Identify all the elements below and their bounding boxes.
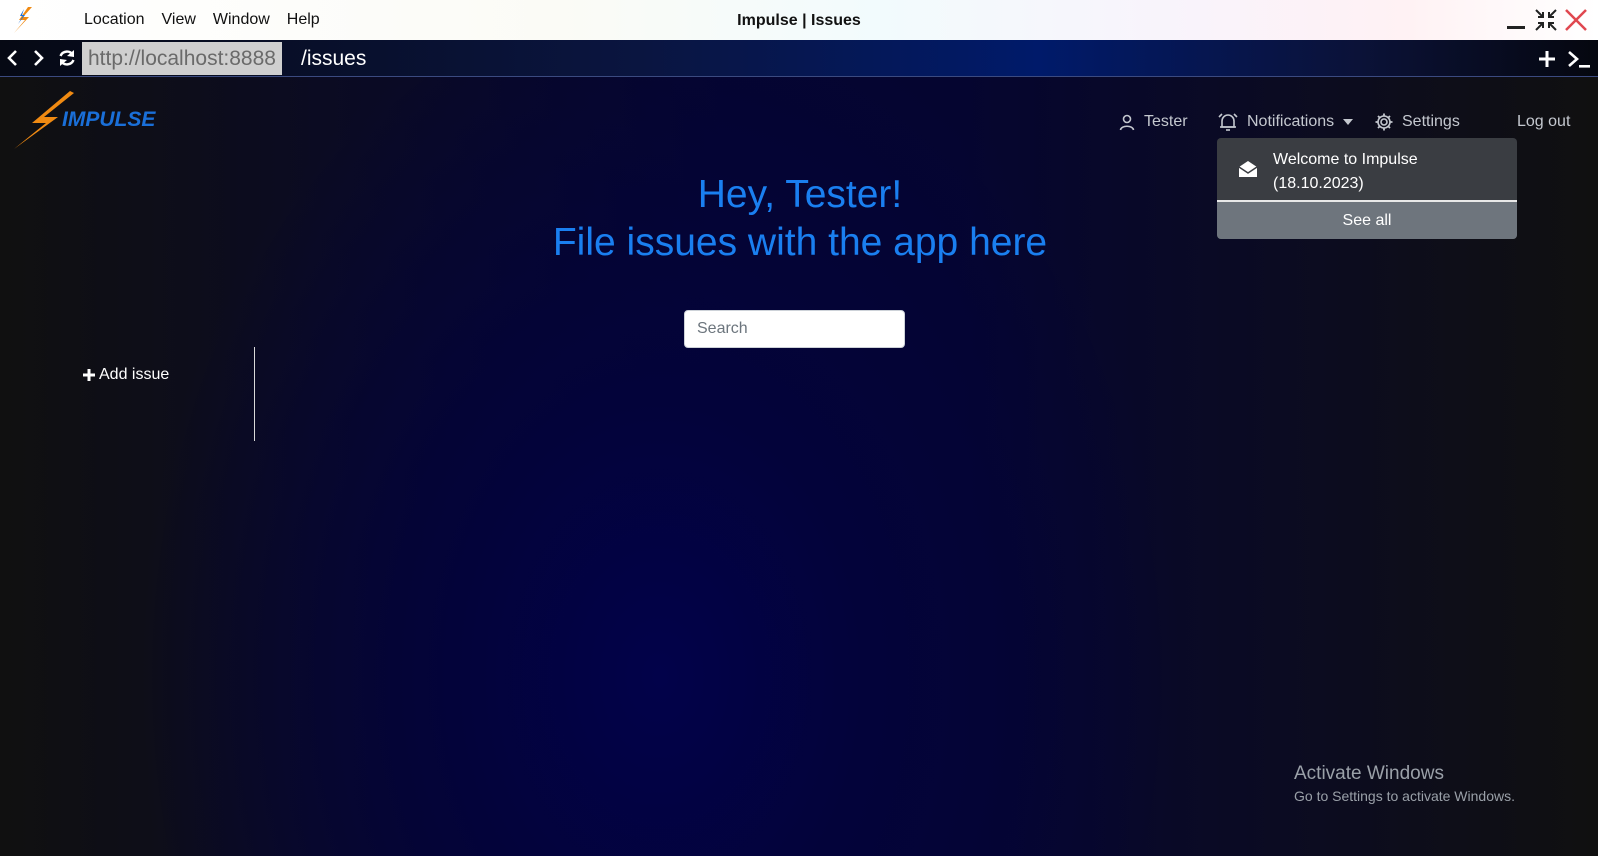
window-titlebar: Location View Window Help Impulse | Issu…: [0, 0, 1598, 40]
menu-help[interactable]: Help: [287, 11, 320, 29]
envelope-open-icon: [1238, 161, 1258, 177]
page-content: IMPULSE Tester Notifications Settings Lo…: [0, 77, 1598, 856]
nav-settings[interactable]: Settings: [1374, 111, 1460, 133]
terminal-icon[interactable]: [1566, 48, 1592, 70]
forward-icon[interactable]: [27, 47, 49, 69]
brand-wordmark: IMPULSE: [62, 108, 156, 131]
plus-icon: [83, 369, 95, 381]
gear-icon: [1375, 113, 1393, 131]
nav-user[interactable]: Tester: [1118, 111, 1188, 133]
new-tab-icon[interactable]: [1536, 48, 1558, 70]
url-path[interactable]: /issues: [301, 42, 366, 75]
logout-link[interactable]: Log out: [1517, 111, 1570, 133]
back-icon[interactable]: [2, 47, 24, 69]
menu-window[interactable]: Window: [213, 11, 270, 29]
minimize-icon[interactable]: [1502, 6, 1530, 34]
user-icon: [1119, 114, 1135, 131]
greeting-line-2: File issues with the app here: [552, 221, 1048, 264]
reload-icon[interactable]: [56, 47, 78, 69]
notification-text: Welcome to Impulse (18.10.2023): [1273, 151, 1418, 192]
address-bar: http://localhost:8888 /issues: [0, 40, 1598, 77]
sidebar-divider: [254, 347, 255, 441]
watermark-title: Activate Windows: [1294, 763, 1444, 784]
watermark-subtitle: Go to Settings to activate Windows.: [1294, 788, 1515, 804]
see-all-button[interactable]: See all: [1217, 202, 1517, 239]
notifications-dropdown: Welcome to Impulse (18.10.2023) See all: [1217, 138, 1517, 239]
add-issue-label: Add issue: [99, 366, 170, 383]
page-greeting: Hey, Tester! File issues with the app he…: [500, 171, 1100, 267]
close-icon[interactable]: [1562, 6, 1590, 34]
caret-down-icon: [1343, 119, 1354, 125]
restore-icon[interactable]: [1532, 6, 1560, 34]
impulse-logo[interactable]: IMPULSE: [12, 89, 174, 151]
nav-user-label: Tester: [1144, 113, 1188, 130]
menu-bar: Location View Window Help: [84, 0, 337, 40]
nav-notifications[interactable]: Notifications: [1217, 111, 1354, 133]
add-issue-button[interactable]: Add issue: [82, 365, 169, 385]
search-input[interactable]: [684, 310, 905, 348]
activate-windows-watermark: Activate Windows Go to Settings to activ…: [1294, 763, 1515, 807]
nav-notifications-label: Notifications: [1247, 113, 1335, 130]
url-base[interactable]: http://localhost:8888: [82, 42, 282, 75]
alarm-bell-icon: [1218, 113, 1238, 131]
menu-view[interactable]: View: [162, 11, 196, 29]
greeting-line-1: Hey, Tester!: [697, 173, 903, 216]
menu-location[interactable]: Location: [84, 11, 145, 29]
nav-settings-label: Settings: [1402, 113, 1460, 130]
app-logo-icon: [14, 7, 32, 33]
notification-item[interactable]: Welcome to Impulse (18.10.2023): [1217, 138, 1517, 200]
